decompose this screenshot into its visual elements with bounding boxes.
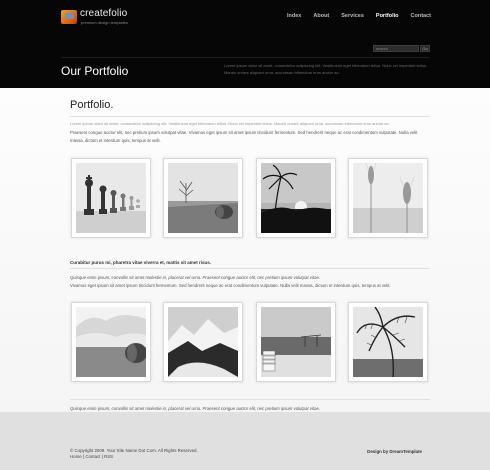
intro-paragraph: Praesent congue auctor elit, nec pretium… xyxy=(70,130,418,143)
gallery-thumb-palm-sunset[interactable] xyxy=(256,158,336,238)
section-title: Portfolio. xyxy=(70,99,114,111)
divider xyxy=(70,116,430,117)
gallery-thumb-hay-clouds[interactable] xyxy=(71,302,151,382)
gallery-thumb-beach-chairs[interactable] xyxy=(256,302,336,382)
main-nav: Index About Services Portfolio Contact xyxy=(287,13,431,19)
divider xyxy=(70,268,430,269)
paragraph: Vivamus eget ipsum sit amet ipsum tincid… xyxy=(70,283,391,288)
beach-chairs-photo xyxy=(261,307,331,377)
search-input[interactable]: search xyxy=(373,45,419,52)
palm-sunset-photo xyxy=(261,163,331,233)
divider xyxy=(70,399,430,400)
page-title: Our Portfolio xyxy=(61,64,129,78)
footer-link-rss[interactable]: RSS xyxy=(104,454,113,459)
palm-fronds-photo xyxy=(353,307,423,377)
chess-photo xyxy=(76,163,146,233)
header-divider xyxy=(61,57,430,58)
italic-paragraph: Quisque enim ipsum, convallis sit amet m… xyxy=(70,275,321,280)
gallery-thumb-palm-fronds[interactable] xyxy=(348,302,428,382)
gallery-thumb-chess[interactable] xyxy=(71,158,151,238)
logo-tagline: premium design templates xyxy=(81,20,128,25)
logo-text[interactable]: createfolio xyxy=(80,8,127,19)
mountains-photo xyxy=(168,307,238,377)
nav-about[interactable]: About xyxy=(313,13,329,19)
nav-portfolio[interactable]: Portfolio xyxy=(376,13,399,19)
intro-small-text: Lorem ipsum dolor sit amet, consectetur … xyxy=(70,121,390,126)
footer-links: Home | Contact | RSS xyxy=(70,454,114,459)
footer xyxy=(0,412,490,470)
header-blurb: Lorem ipsum dolor sit amet, consectetur … xyxy=(224,63,427,75)
search-button[interactable]: Go xyxy=(420,45,430,52)
gallery-thumb-hay-field[interactable] xyxy=(163,158,243,238)
logo-icon[interactable] xyxy=(61,10,77,24)
footer-link-contact[interactable]: Contact xyxy=(85,454,100,459)
gallery-thumb-mountains[interactable] xyxy=(163,302,243,382)
nav-services[interactable]: Services xyxy=(341,13,364,19)
design-credit[interactable]: Design by DreamTemplate xyxy=(367,449,422,454)
gallery-thumb-wheat[interactable] xyxy=(348,158,428,238)
hay-clouds-photo xyxy=(76,307,146,377)
highlight-line: Curabitur purus mi, pharetra vitae viver… xyxy=(70,260,212,265)
nav-index[interactable]: Index xyxy=(287,13,301,19)
wheat-photo xyxy=(353,163,423,233)
nav-contact[interactable]: Contact xyxy=(411,13,431,19)
hay-field-photo xyxy=(168,163,238,233)
footer-link-home[interactable]: Home xyxy=(70,454,82,459)
